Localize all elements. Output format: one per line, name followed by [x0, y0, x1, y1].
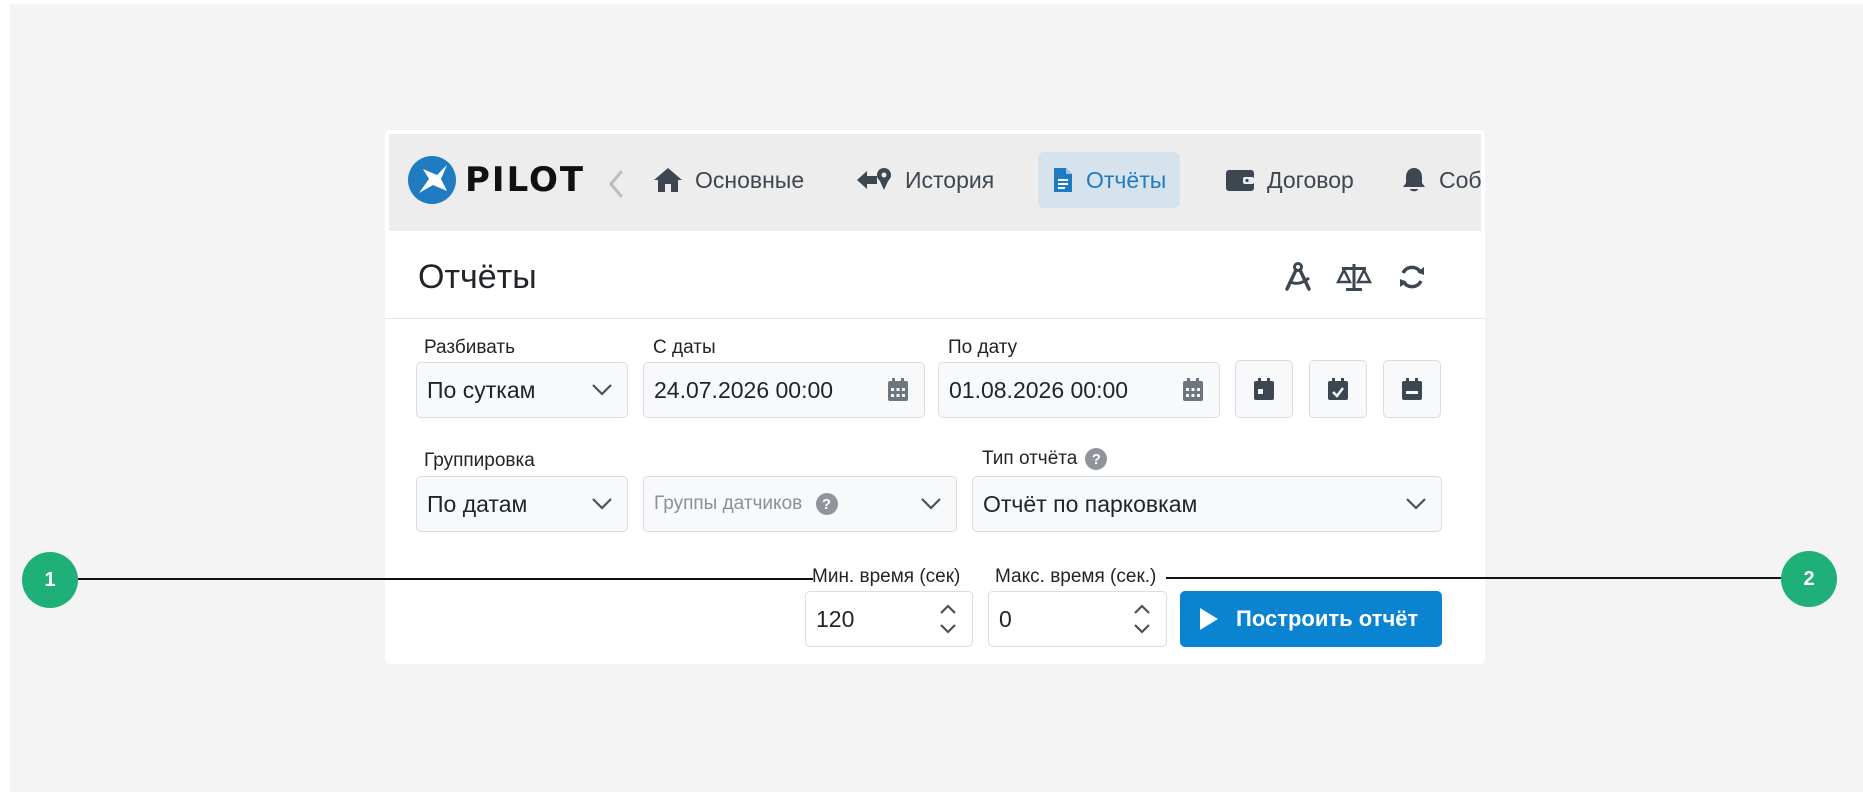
compass-icon — [1285, 262, 1311, 291]
pilot-logo-icon — [408, 156, 456, 204]
header-divider — [385, 318, 1485, 319]
report-type-label: Тип отчёта ? — [982, 448, 1108, 470]
chevron-down-icon — [921, 498, 941, 510]
report-type-select[interactable]: Отчёт по парковкам — [972, 476, 1442, 532]
calendar-icon — [888, 378, 908, 401]
callout-line-1 — [78, 578, 813, 580]
to-date-label: По дату — [948, 337, 1018, 358]
nav-tab-label: Соб — [1439, 166, 1481, 193]
brand-name: PILOT — [465, 160, 586, 200]
scales-icon — [1336, 264, 1372, 291]
document-icon — [1054, 168, 1072, 192]
calendar-minus-icon — [1402, 378, 1422, 400]
nav-tab-contract[interactable]: Договор — [1211, 152, 1368, 208]
calendar-check-icon — [1328, 378, 1348, 400]
report-type-label-text: Тип отчёта — [982, 448, 1078, 469]
page-title: Отчёты — [418, 258, 537, 296]
nav-tab-main[interactable]: Основные — [639, 152, 818, 208]
chevron-down-icon — [1406, 498, 1426, 510]
to-date-value: 01.08.2026 00:00 — [949, 376, 1129, 403]
build-report-label: Построить отчёт — [1236, 606, 1419, 631]
compass-button[interactable] — [1275, 254, 1321, 300]
nav-tab-label: Отчёты — [1086, 166, 1167, 193]
split-label: Разбивать — [424, 337, 516, 358]
wallet-icon — [1226, 170, 1254, 191]
play-icon — [1200, 608, 1218, 630]
refresh-button[interactable] — [1389, 254, 1435, 300]
top-navigation: PILOT Основные История Отчёты Договор Со… — [389, 134, 1481, 231]
grouping-select-value: По датам — [427, 490, 528, 517]
stepper-icon[interactable] — [1132, 602, 1152, 636]
from-date-value: 24.07.2026 00:00 — [654, 376, 834, 403]
report-type-value: Отчёт по парковкам — [983, 490, 1198, 517]
nav-tab-history[interactable]: История — [841, 152, 1008, 208]
calendar-day-icon — [1254, 378, 1274, 400]
calendar-month-button[interactable] — [1383, 360, 1441, 418]
help-icon[interactable]: ? — [1085, 448, 1108, 470]
build-report-button[interactable]: Построить отчёт — [1180, 591, 1442, 647]
grouping-label: Группировка — [424, 450, 535, 471]
callout-badge-1: 1 — [22, 552, 78, 608]
max-time-value: 0 — [999, 605, 1012, 632]
callout-badge-2: 2 — [1781, 551, 1837, 607]
calendar-icon — [1183, 378, 1203, 401]
sensor-groups-select[interactable]: Группы датчиков ? — [643, 476, 957, 532]
split-select-value: По суткам — [427, 376, 536, 403]
chevron-down-icon — [592, 384, 612, 396]
nav-tab-label: Договор — [1267, 166, 1354, 193]
refresh-icon — [1400, 265, 1424, 289]
sensor-groups-placeholder: Группы датчиков ? — [654, 493, 920, 516]
nav-tab-label: История — [905, 166, 995, 193]
from-date-input[interactable]: 24.07.2026 00:00 — [643, 362, 925, 418]
app-window: PILOT Основные История Отчёты Договор Со… — [385, 130, 1485, 664]
home-icon — [654, 168, 682, 192]
pilot-logo[interactable]: PILOT — [407, 150, 585, 210]
min-time-value: 120 — [816, 605, 855, 632]
grouping-select[interactable]: По датам — [416, 476, 628, 532]
max-time-input[interactable]: 0 — [988, 591, 1167, 647]
chevron-down-icon — [592, 498, 612, 510]
max-time-label: Макс. время (сек.) — [995, 566, 1157, 587]
sensor-groups-placeholder-text: Группы датчиков — [654, 492, 803, 514]
min-time-input[interactable]: 120 — [805, 591, 973, 647]
help-icon[interactable]: ? — [815, 493, 838, 516]
to-date-input[interactable]: 01.08.2026 00:00 — [938, 362, 1220, 418]
calendar-week-button[interactable] — [1309, 360, 1367, 418]
bell-icon — [1403, 168, 1425, 192]
min-time-label: Мин. время (сек) — [812, 566, 961, 587]
split-select[interactable]: По суткам — [416, 362, 628, 418]
compare-button[interactable] — [1331, 254, 1377, 300]
nav-tab-events[interactable]: Соб — [1387, 152, 1481, 208]
nav-tab-label: Основные — [695, 166, 805, 193]
chevron-left-icon[interactable] — [604, 164, 628, 204]
nav-tab-reports[interactable]: Отчёты — [1038, 152, 1181, 208]
stepper-icon[interactable] — [938, 602, 958, 636]
calendar-today-button[interactable] — [1235, 360, 1293, 418]
history-route-icon — [857, 168, 891, 190]
callout-line-2 — [1166, 577, 1782, 579]
from-date-label: С даты — [653, 337, 716, 358]
